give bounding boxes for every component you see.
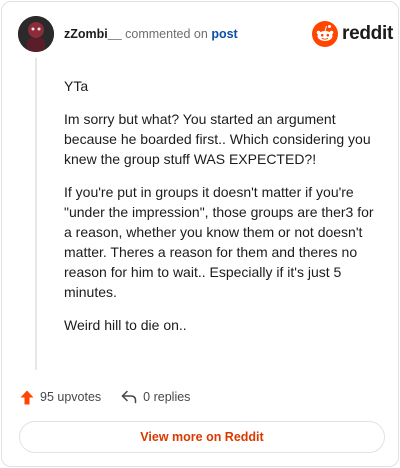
comment-paragraph: If you're put in groups it doesn't matte… bbox=[64, 184, 374, 300]
avatar-image bbox=[18, 16, 54, 52]
comment-paragraph: Im sorry but what? You started an argume… bbox=[64, 111, 371, 167]
upvote-button[interactable]: 95 upvotes bbox=[20, 390, 101, 405]
comment-actions: 95 upvotes 0 replies bbox=[20, 387, 190, 407]
comment-paragraph: YTa bbox=[64, 78, 89, 94]
reddit-logo[interactable]: reddit bbox=[312, 21, 393, 47]
thread-line[interactable] bbox=[35, 58, 37, 370]
comment-header: zZombi__ commented on post bbox=[64, 26, 238, 42]
reddit-snoo-icon bbox=[312, 21, 338, 47]
reddit-wordmark: reddit bbox=[342, 23, 393, 44]
upvote-count: 95 upvotes bbox=[40, 390, 102, 404]
view-more-button[interactable]: View more on Reddit bbox=[19, 421, 385, 453]
reply-count: 0 replies bbox=[143, 390, 191, 404]
username[interactable]: zZombi__ bbox=[64, 27, 122, 41]
avatar[interactable] bbox=[18, 16, 54, 52]
reply-arrow-icon bbox=[121, 390, 137, 404]
comment-paragraph: Weird hill to die on.. bbox=[64, 317, 187, 333]
reply-button[interactable]: 0 replies bbox=[121, 390, 190, 404]
upvote-arrow-icon bbox=[20, 390, 34, 404]
commented-on-text: commented on bbox=[125, 27, 208, 41]
comment-body: YTa Im sorry but what? You started an ar… bbox=[64, 76, 382, 348]
comment-embed-card: zZombi__ commented on post reddit YTa Im… bbox=[1, 1, 399, 467]
post-link[interactable]: post bbox=[211, 27, 237, 41]
